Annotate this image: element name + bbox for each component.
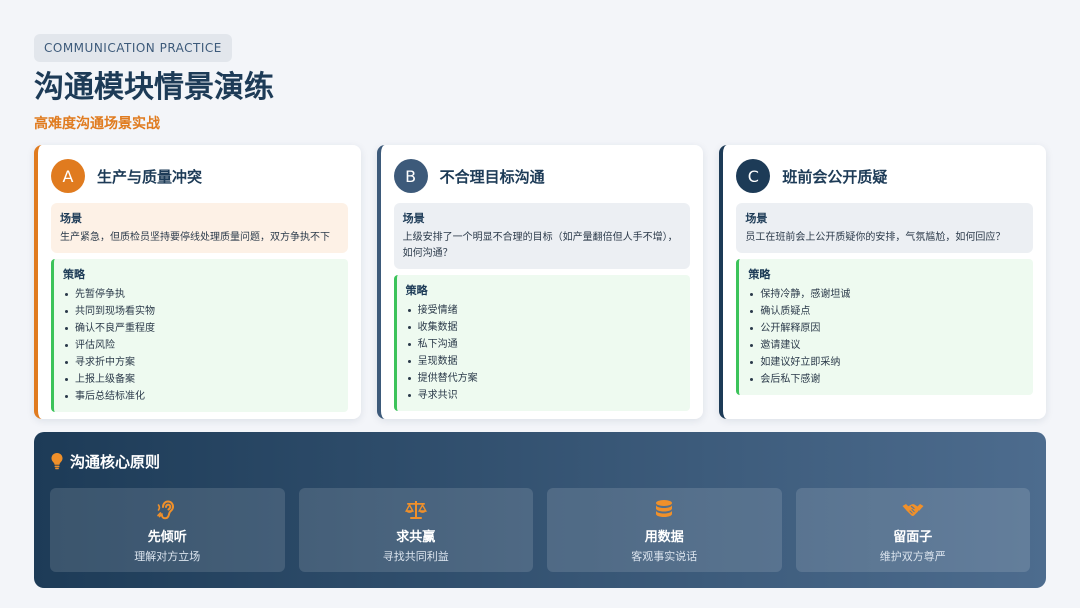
strategy-item: 事后总结标准化: [63, 388, 339, 405]
strategy-list: 接受情绪 收集数据 私下沟通 呈现数据 提供替代方案 寻求共识: [406, 302, 682, 404]
strategy-item: 会后私下感谢: [748, 371, 1024, 388]
strategy-label: 策略: [748, 268, 771, 281]
strategy-item: 寻求共识: [406, 387, 682, 404]
principles-header: 沟通核心原则: [50, 448, 1030, 474]
principle-desc: 理解对方立场: [134, 550, 201, 563]
card-title: 不合理目标沟通: [439, 167, 545, 186]
strategy-label: 策略: [63, 268, 85, 281]
scene-box: 场景 生产紧急，但质检员坚持要停线处理质量问题，双方争执不下: [51, 203, 348, 253]
principle-tile-win-win: 求共赢 寻找共同利益: [298, 488, 533, 572]
strategy-list: 保持冷静，感谢坦诚 确认质疑点 公开解释原因 邀请建议 如建议好立即采纳 会后私…: [748, 286, 1024, 388]
strategy-item: 保持冷静，感谢坦诚: [748, 286, 1024, 303]
card-badge: A: [51, 159, 85, 193]
principle-tile-face: 留面子 维护双方尊严: [795, 488, 1030, 572]
principle-desc: 客观事实说话: [631, 550, 698, 563]
card-badge: B: [393, 159, 428, 193]
strategy-item: 接受情绪: [406, 302, 682, 319]
strategy-item: 评估风险: [63, 337, 339, 354]
strategy-label: 策略: [405, 284, 428, 297]
principle-title: 先倾听: [147, 530, 187, 545]
handshake-icon: [902, 504, 924, 517]
strategy-item: 私下沟通: [406, 336, 682, 353]
section-tag: COMMUNICATION PRACTICE: [34, 34, 232, 62]
scene-text: 生产紧急，但质检员坚持要停线处理质量问题，双方争执不下: [60, 232, 330, 243]
scene-text: 员工在班前会上公开质疑你的安排，气氛尴尬，如何回应？: [745, 232, 1006, 243]
strategy-box: 策略 保持冷静，感谢坦诚 确认质疑点 公开解释原因 邀请建议 如建议好立即采纳 …: [736, 259, 1034, 395]
scene-label: 场景: [745, 212, 768, 225]
card-title: 班前会公开质疑: [782, 167, 888, 186]
card-badge: C: [736, 159, 771, 193]
principle-tile-data: 用数据 客观事实说话: [547, 488, 782, 572]
ear-icon: [157, 500, 175, 520]
scene-box: 场景 员工在班前会上公开质疑你的安排，气氛尴尬，如何回应？: [736, 203, 1034, 253]
scene-text: 上级安排了一个明显不合理的目标（如产量翻倍但人手不增），如何沟通？: [402, 232, 678, 259]
strategy-item: 先暂停争执: [63, 286, 339, 303]
scenario-card-b: B 不合理目标沟通 场景 上级安排了一个明显不合理的目标（如产量翻倍但人手不增）…: [376, 145, 704, 419]
scenario-cards: A 生产与质量冲突 场景 生产紧急，但质检员坚持要停线处理质量问题，双方争执不下…: [34, 145, 1047, 419]
scenario-card-a: A 生产与质量冲突 场景 生产紧急，但质检员坚持要停线处理质量问题，双方争执不下…: [34, 145, 361, 419]
strategy-item: 共同到现场看实物: [63, 303, 339, 320]
strategy-box: 策略 先暂停争执 共同到现场看实物 确认不良严重程度 评估风险 寻求折中方案 上…: [51, 259, 348, 412]
scene-label: 场景: [402, 212, 425, 225]
lightbulb-icon: [51, 453, 63, 470]
card-header: A 生产与质量冲突: [51, 159, 348, 193]
strategy-item: 提供替代方案: [406, 370, 682, 387]
scene-box: 场景 上级安排了一个明显不合理的目标（如产量翻倍但人手不增），如何沟通？: [393, 203, 691, 269]
principle-title: 留面子: [893, 530, 933, 545]
scale-icon: [404, 501, 427, 519]
strategy-list: 先暂停争执 共同到现场看实物 确认不良严重程度 评估风险 寻求折中方案 上报上级…: [63, 286, 339, 405]
strategy-item: 公开解释原因: [748, 320, 1024, 337]
strategy-item: 呈现数据: [406, 353, 682, 370]
card-header: C 班前会公开质疑: [736, 159, 1033, 193]
strategy-item: 如建议好立即采纳: [748, 354, 1024, 371]
scenario-card-c: C 班前会公开质疑 场景 员工在班前会上公开质疑你的安排，气氛尴尬，如何回应？ …: [719, 145, 1047, 419]
strategy-item: 收集数据: [406, 319, 682, 336]
principles-title: 沟通核心原则: [70, 452, 161, 471]
principles-tiles: 先倾听 理解对方立场 求共赢 寻找共同利益 用数据 客观事实说话 留面子 维护双…: [50, 488, 1030, 572]
scene-label: 场景: [60, 212, 82, 225]
card-header: B 不合理目标沟通: [393, 159, 691, 193]
principle-tile-listen: 先倾听 理解对方立场: [50, 488, 285, 572]
principle-desc: 维护双方尊严: [879, 550, 946, 563]
strategy-box: 策略 接受情绪 收集数据 私下沟通 呈现数据 提供替代方案 寻求共识: [393, 275, 691, 411]
strategy-item: 寻求折中方案: [63, 354, 339, 371]
principle-title: 用数据: [644, 530, 684, 545]
strategy-item: 上报上级备案: [63, 371, 339, 388]
principle-desc: 寻找共同利益: [382, 550, 449, 563]
strategy-item: 邀请建议: [748, 337, 1024, 354]
strategy-item: 确认不良严重程度: [63, 320, 339, 337]
page-subtitle: 高难度沟通场景实战: [34, 116, 160, 132]
page-title: 沟通模块情景演练: [34, 70, 274, 105]
core-principles-panel: 沟通核心原则 先倾听 理解对方立场 求共赢 寻找共同利益 用数据 客观事实说话 …: [34, 432, 1046, 588]
strategy-item: 确认质疑点: [748, 303, 1024, 320]
principle-title: 求共赢: [396, 530, 436, 545]
database-icon: [656, 500, 673, 517]
card-title: 生产与质量冲突: [97, 167, 203, 186]
